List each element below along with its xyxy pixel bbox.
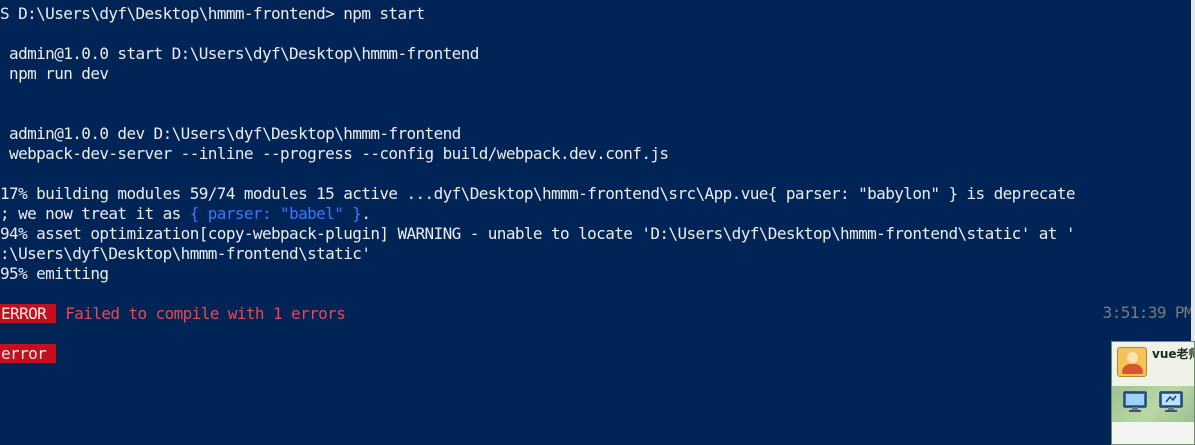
output-text: .: [361, 204, 371, 223]
output-text: ; we now treat it as: [0, 204, 190, 223]
monitor-icon[interactable]: [1122, 389, 1148, 415]
error-line: ERROR Failed to compile with 1 errors: [0, 304, 346, 324]
output-line: admin@1.0.0 dev D:\Users\dyf\Desktop\hmm…: [0, 124, 461, 143]
floating-chat-widget[interactable]: vue老师: [1111, 341, 1195, 445]
timestamp: 3:51:39 PM: [1102, 303, 1194, 322]
output-line: 94% asset optimization[copy-webpack-plug…: [0, 224, 1076, 243]
error-badge-lowercase: error: [0, 344, 57, 363]
output-line: ; we now treat it as { parser: "babel" }…: [0, 204, 371, 224]
network-monitor-icon[interactable]: [1158, 389, 1184, 415]
widget-title: vue老师: [1152, 347, 1194, 361]
output-line: admin@1.0.0 start D:\Users\dyf\Desktop\h…: [0, 44, 479, 63]
avatar-icon[interactable]: [1117, 347, 1147, 377]
output-line: 95% emitting: [0, 264, 109, 283]
error-line-2: error: [0, 344, 57, 364]
highlighted-code: { parser: "babel" }: [189, 204, 362, 223]
output-line: 17% building modules 59/74 modules 15 ac…: [0, 184, 1076, 203]
terminal-window[interactable]: S D:\Users\dyf\Desktop\hmmm-frontend> np…: [0, 0, 1195, 445]
output-line: webpack-dev-server --inline --progress -…: [0, 144, 669, 163]
error-badge: ERROR: [0, 304, 57, 323]
widget-footer: [1112, 422, 1194, 444]
prompt-line: S D:\Users\dyf\Desktop\hmmm-frontend> np…: [0, 4, 425, 23]
error-message: Failed to compile with 1 errors: [65, 304, 346, 323]
output-line: :\Users\dyf\Desktop\hmmm-frontend\static…: [0, 244, 371, 263]
output-line: npm run dev: [0, 64, 109, 83]
